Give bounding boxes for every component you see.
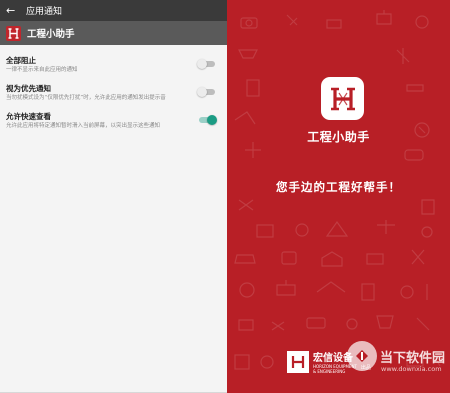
priority-toggle[interactable] (197, 86, 215, 97)
toggle-knob (197, 58, 207, 69)
splash-app-name: 工程小助手 (307, 130, 370, 144)
peek-toggle[interactable] (199, 114, 217, 125)
watermark-logo-icon (347, 341, 377, 371)
watermark-url: www.downxia.com (381, 365, 442, 373)
company-logo-icon (287, 350, 309, 373)
setting-title: 视为优先通知 (6, 84, 51, 93)
block-all-toggle[interactable] (197, 58, 215, 69)
watermark: 当下软件园 www.downxia.com (347, 341, 446, 373)
tools-pattern-background (234, 10, 441, 370)
setting-block-all[interactable]: 全部阻止 一律不显示来自此应用的通知 (0, 53, 227, 81)
setting-peek[interactable]: 允许快速查看 允许此应用将特定通知暂时滑入当前屏幕，以突出显示这些通知 (0, 109, 227, 137)
notification-settings-screen: ← 应用通知 工程小助手 全部阻止 一律不显示来自此应用的通知 视为优先通知 当… (0, 0, 227, 393)
app-header: 工程小助手 (0, 21, 227, 45)
settings-list: 全部阻止 一律不显示来自此应用的通知 视为优先通知 当勿扰模式设为“仅限优先打扰… (0, 45, 227, 137)
setting-title: 允许快速查看 (6, 112, 51, 121)
watermark-name: 当下软件园 (380, 350, 446, 366)
setting-title: 全部阻止 (6, 56, 36, 65)
splash-logo-icon (321, 77, 364, 120)
toggle-knob (207, 114, 217, 125)
setting-priority[interactable]: 视为优先通知 当勿扰模式设为“仅限优先打扰”时，允许此应用的通知发出提示音 (0, 81, 227, 109)
app-logo-icon (6, 25, 21, 41)
setting-description: 一律不显示来自此应用的通知 (6, 67, 78, 73)
page-title: 应用通知 (26, 7, 63, 17)
top-bar: ← 应用通知 (0, 0, 227, 21)
splash-slogan: 您手边的工程好帮手！ (276, 180, 401, 194)
splash-screen: 工程小助手 您手边的工程好帮手！ 宏信设备 HORIZON EQUIPMENT … (227, 0, 450, 393)
back-arrow-icon[interactable]: ← (6, 5, 20, 16)
toggle-knob (197, 86, 207, 97)
app-name: 工程小助手 (27, 29, 75, 40)
setting-description: 允许此应用将特定通知暂时滑入当前屏幕，以突出显示这些通知 (6, 123, 161, 129)
setting-description: 当勿扰模式设为“仅限优先打扰”时，允许此应用的通知发出提示音 (6, 95, 166, 101)
